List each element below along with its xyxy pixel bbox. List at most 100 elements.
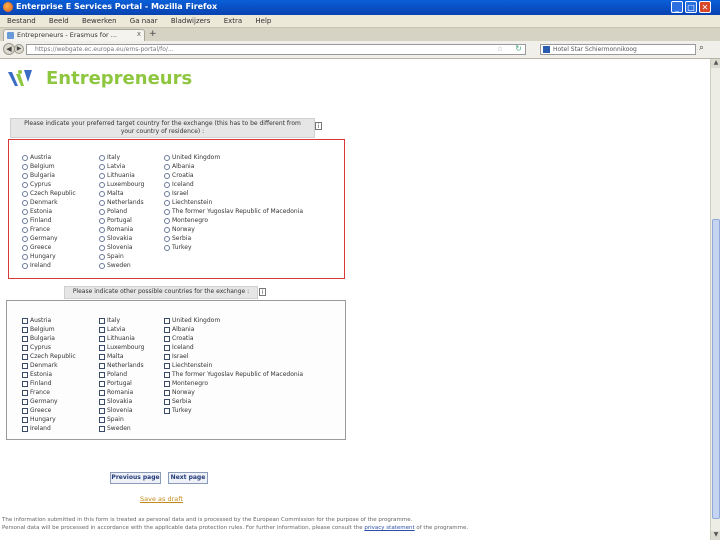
other-country-option[interactable]: The former Yugoslav Republic of Macedoni…: [164, 370, 303, 379]
other-country-option[interactable]: Netherlands: [99, 361, 144, 370]
search-icon[interactable]: ⌕: [699, 43, 704, 53]
maximize-button[interactable]: □: [685, 1, 697, 13]
preferred-country-option[interactable]: Liechtenstein: [164, 198, 212, 207]
checkbox[interactable]: [22, 398, 28, 405]
menu-item-help[interactable]: Help: [255, 15, 271, 27]
other-country-option[interactable]: Poland: [99, 370, 127, 379]
radio-button[interactable]: [22, 190, 28, 197]
bookmark-star-icon[interactable]: ☆: [497, 45, 503, 53]
other-country-option[interactable]: Ireland: [22, 424, 51, 433]
preferred-country-option[interactable]: Netherlands: [99, 198, 144, 207]
checkbox[interactable]: [99, 362, 105, 369]
radio-button[interactable]: [99, 199, 105, 206]
radio-button[interactable]: [22, 217, 28, 224]
menu-item-tools[interactable]: Extra: [224, 15, 242, 27]
checkbox[interactable]: [99, 398, 105, 405]
other-country-option[interactable]: Israel: [164, 352, 188, 361]
preferred-country-option[interactable]: Luxembourg: [99, 180, 144, 189]
radio-button[interactable]: [22, 226, 28, 233]
radio-button[interactable]: [99, 163, 105, 170]
checkbox[interactable]: [22, 344, 28, 351]
preferred-country-option[interactable]: Slovakia: [99, 234, 132, 243]
radio-button[interactable]: [99, 154, 105, 161]
radio-button[interactable]: [164, 244, 170, 251]
radio-button[interactable]: [164, 163, 170, 170]
checkbox[interactable]: [99, 416, 105, 423]
other-country-option[interactable]: Norway: [164, 388, 195, 397]
checkbox[interactable]: [22, 425, 28, 432]
checkbox[interactable]: [22, 353, 28, 360]
checkbox[interactable]: [99, 353, 105, 360]
other-country-option[interactable]: Sweden: [99, 424, 131, 433]
radio-button[interactable]: [164, 172, 170, 179]
radio-button[interactable]: [22, 253, 28, 260]
other-country-option[interactable]: Iceland: [164, 343, 194, 352]
other-country-option[interactable]: Czech Republic: [22, 352, 76, 361]
preferred-country-option[interactable]: Czech Republic: [22, 189, 76, 198]
menu-item-bookmarks[interactable]: Bladwijzers: [171, 15, 211, 27]
preferred-country-option[interactable]: United Kingdom: [164, 153, 220, 162]
reload-icon[interactable]: ↻: [515, 44, 522, 53]
radio-button[interactable]: [164, 199, 170, 206]
preferred-country-option[interactable]: Serbia: [164, 234, 191, 243]
preferred-country-option[interactable]: Greece: [22, 243, 51, 252]
preferred-country-option[interactable]: Bulgaria: [22, 171, 55, 180]
new-tab-button[interactable]: +: [149, 29, 157, 39]
checkbox[interactable]: [22, 380, 28, 387]
other-country-option[interactable]: Montenegro: [164, 379, 208, 388]
privacy-statement-link[interactable]: privacy statement: [364, 525, 414, 531]
minimize-button[interactable]: _: [671, 1, 683, 13]
radio-button[interactable]: [22, 208, 28, 215]
preferred-country-option[interactable]: Latvia: [99, 162, 125, 171]
checkbox[interactable]: [99, 344, 105, 351]
radio-button[interactable]: [22, 181, 28, 188]
radio-button[interactable]: [99, 208, 105, 215]
preferred-country-option[interactable]: Montenegro: [164, 216, 208, 225]
checkbox[interactable]: [99, 380, 105, 387]
forward-button[interactable]: ▶: [14, 44, 24, 54]
other-country-option[interactable]: Liechtenstein: [164, 361, 212, 370]
preferred-country-option[interactable]: Turkey: [164, 243, 192, 252]
preferred-country-option[interactable]: Spain: [99, 252, 124, 261]
scroll-down-icon[interactable]: ▼: [711, 531, 720, 540]
other-country-option[interactable]: Turkey: [164, 406, 192, 415]
radio-button[interactable]: [22, 262, 28, 269]
preferred-country-option[interactable]: Ireland: [22, 261, 51, 270]
checkbox[interactable]: [164, 326, 170, 333]
preferred-country-option[interactable]: Israel: [164, 189, 188, 198]
other-country-option[interactable]: Slovakia: [99, 397, 132, 406]
checkbox[interactable]: [164, 317, 170, 324]
preferred-country-option[interactable]: Cyprus: [22, 180, 51, 189]
other-country-option[interactable]: Spain: [99, 415, 124, 424]
checkbox[interactable]: [22, 335, 28, 342]
preferred-country-option[interactable]: Sweden: [99, 261, 131, 270]
radio-button[interactable]: [22, 235, 28, 242]
other-country-option[interactable]: Germany: [22, 397, 58, 406]
checkbox[interactable]: [164, 353, 170, 360]
checkbox[interactable]: [99, 317, 105, 324]
radio-button[interactable]: [99, 172, 105, 179]
other-country-option[interactable]: Serbia: [164, 397, 191, 406]
other-country-option[interactable]: Austria: [22, 316, 51, 325]
checkbox[interactable]: [99, 389, 105, 396]
radio-button[interactable]: [164, 154, 170, 161]
checkbox[interactable]: [22, 326, 28, 333]
radio-button[interactable]: [99, 190, 105, 197]
radio-button[interactable]: [22, 244, 28, 251]
checkbox[interactable]: [164, 389, 170, 396]
radio-button[interactable]: [164, 208, 170, 215]
radio-button[interactable]: [22, 199, 28, 206]
radio-button[interactable]: [99, 226, 105, 233]
preferred-country-option[interactable]: The former Yugoslav Republic of Macedoni…: [164, 207, 303, 216]
menu-item-edit[interactable]: Bewerken: [82, 15, 117, 27]
previous-page-button[interactable]: Previous page: [110, 472, 161, 484]
other-country-option[interactable]: Lithuania: [99, 334, 135, 343]
other-country-option[interactable]: Belgium: [22, 325, 55, 334]
other-country-option[interactable]: Latvia: [99, 325, 125, 334]
scroll-thumb[interactable]: [712, 219, 720, 519]
menu-item-file[interactable]: Bestand: [7, 15, 36, 27]
address-bar[interactable]: https://webgate.ec.europa.eu/ems-portal/…: [26, 44, 526, 55]
checkbox[interactable]: [22, 362, 28, 369]
preferred-country-option[interactable]: France: [22, 225, 50, 234]
tab-close-icon[interactable]: x: [137, 30, 141, 38]
